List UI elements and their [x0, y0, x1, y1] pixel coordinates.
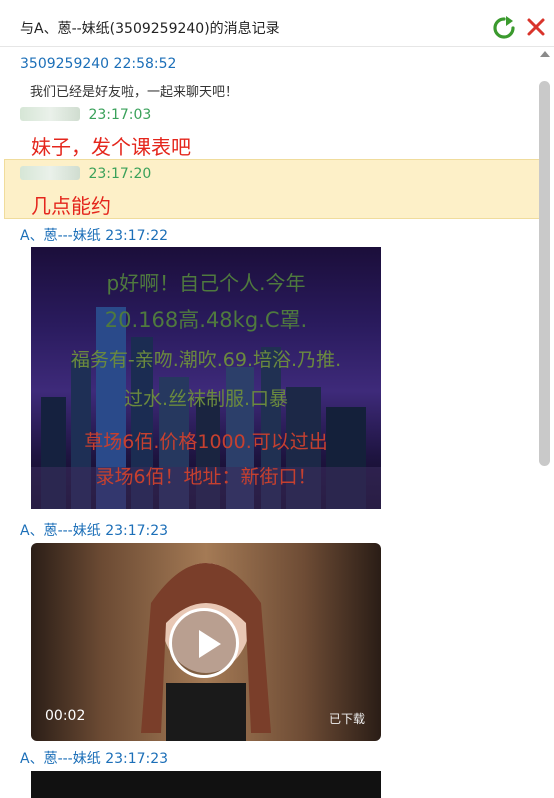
refresh-icon[interactable] — [492, 16, 516, 40]
play-icon[interactable] — [169, 608, 239, 678]
message-time: 23:17:23 — [105, 523, 169, 539]
message-time: 23:17:22 — [105, 228, 169, 244]
overlay-line: 录场6佰！地址：新街口！ — [95, 466, 317, 488]
video-duration: 00:02 — [45, 708, 86, 724]
message-time: 23:17:20 — [88, 166, 152, 182]
overlay-line: p好啊！自己个人.今年 — [106, 271, 306, 295]
message-time: 22:58:52 — [113, 56, 177, 72]
sender-id: 3509259240 — [20, 56, 110, 72]
message-header: 3509259240 22:58:52 — [20, 56, 176, 72]
overlay-line: 草场6佰.价格1000.可以过出 — [84, 431, 328, 453]
message-header: A、蒽---妹纸 23:17:23 — [20, 520, 168, 540]
title-bar: 与A、蒽--妹纸(3509259240)的消息记录 — [0, 0, 554, 47]
video-message[interactable]: 00:02 已下载 — [31, 543, 381, 741]
message-header: 23:17:20 — [20, 166, 151, 182]
overlay-line: 福务有-亲吻.潮吹.69.培浴.乃推. — [70, 349, 342, 371]
message-header: 23:17:03 — [20, 107, 151, 123]
window-title: 与A、蒽--妹纸(3509259240)的消息记录 — [20, 21, 280, 37]
message-list[interactable]: 3509259240 22:58:52 我们已经是好友啦，一起来聊天吧！ 23:… — [0, 47, 554, 798]
close-icon[interactable] — [525, 16, 547, 38]
redacted-sender — [20, 166, 80, 180]
message-text: 妹子，发个课表吧 — [31, 135, 191, 159]
vertical-scrollbar[interactable] — [538, 47, 552, 798]
image-message[interactable] — [31, 771, 381, 798]
message-header: A、蒽---妹纸 23:17:22 — [20, 225, 168, 245]
sender-name: A、蒽---妹纸 — [20, 523, 101, 539]
message-time: 23:17:23 — [105, 751, 169, 767]
message-header: A、蒽---妹纸 23:17:23 — [20, 748, 168, 768]
sender-name: A、蒽---妹纸 — [20, 751, 101, 767]
redacted-sender — [20, 107, 80, 121]
overlay-line: 过水.丝袜制服.口暴 — [123, 388, 289, 410]
message-text: 几点能约 — [31, 194, 111, 218]
scrollbar-thumb[interactable] — [539, 81, 550, 466]
scroll-up-arrow-icon[interactable] — [540, 51, 550, 57]
system-message: 我们已经是好友啦，一起来聊天吧！ — [30, 85, 239, 100]
download-status: 已下载 — [328, 712, 365, 726]
image-message[interactable]: p好啊！自己个人.今年 20.168高.48kg.C罩. 福务有-亲吻.潮吹.6… — [31, 247, 381, 509]
sender-name: A、蒽---妹纸 — [20, 228, 101, 244]
overlay-line: 20.168高.48kg.C罩. — [104, 308, 308, 332]
message-time: 23:17:03 — [88, 107, 152, 123]
